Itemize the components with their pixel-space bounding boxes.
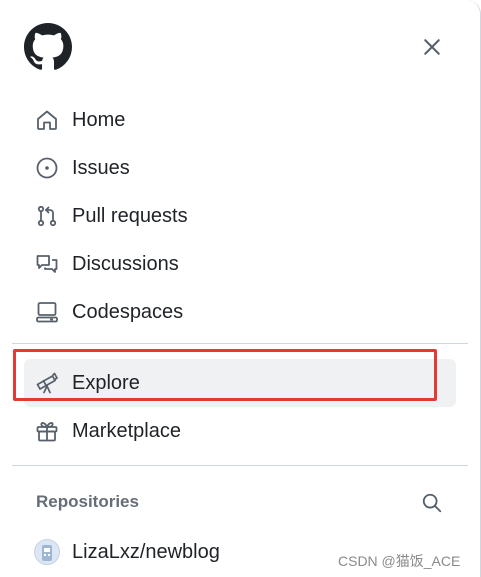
issue-opened-icon xyxy=(34,155,60,181)
search-icon xyxy=(422,493,442,513)
nav-item-codespaces[interactable]: Codespaces xyxy=(24,288,456,336)
nav-item-pull-requests[interactable]: Pull requests xyxy=(24,192,456,240)
home-icon xyxy=(34,107,60,133)
repositories-search-button[interactable] xyxy=(418,489,446,517)
nav-item-label: Explore xyxy=(72,371,140,394)
repo-avatar xyxy=(34,539,60,565)
nav-item-marketplace[interactable]: Marketplace xyxy=(24,407,456,455)
close-icon xyxy=(424,39,440,55)
repositories-heading: Repositories xyxy=(36,492,139,511)
nav-item-label: Marketplace xyxy=(72,419,181,442)
nav-item-label: Home xyxy=(72,108,126,131)
codespaces-icon xyxy=(34,299,60,325)
nav-item-issues[interactable]: Issues xyxy=(24,144,456,192)
close-button[interactable] xyxy=(416,31,448,63)
telescope-icon xyxy=(34,370,60,396)
divider xyxy=(12,465,468,466)
nav-item-label: Issues xyxy=(72,156,130,179)
watermark-text: CSDN @猫饭_ACE xyxy=(338,553,461,569)
secondary-nav: Explore Marketplace xyxy=(24,359,456,455)
comment-discussion-icon xyxy=(34,251,60,277)
nav-item-label: Codespaces xyxy=(72,300,184,323)
gift-icon xyxy=(34,418,60,444)
divider xyxy=(12,343,468,344)
nav-item-explore[interactable]: Explore xyxy=(24,359,456,407)
nav-item-label: Pull requests xyxy=(72,204,188,227)
repository-name: LizaLxz/newblog xyxy=(72,540,220,563)
navigation-drawer: Home Issues Pull requests Discussions Co… xyxy=(0,0,481,577)
primary-nav: Home Issues Pull requests Discussions Co… xyxy=(24,96,456,336)
nav-item-discussions[interactable]: Discussions xyxy=(24,240,456,288)
nav-item-label: Discussions xyxy=(72,252,179,275)
nav-item-home[interactable]: Home xyxy=(24,96,456,144)
github-mark-icon[interactable] xyxy=(24,23,72,71)
git-pull-request-icon xyxy=(34,203,60,229)
repository-item[interactable]: LizaLxz/newblog xyxy=(24,532,324,572)
